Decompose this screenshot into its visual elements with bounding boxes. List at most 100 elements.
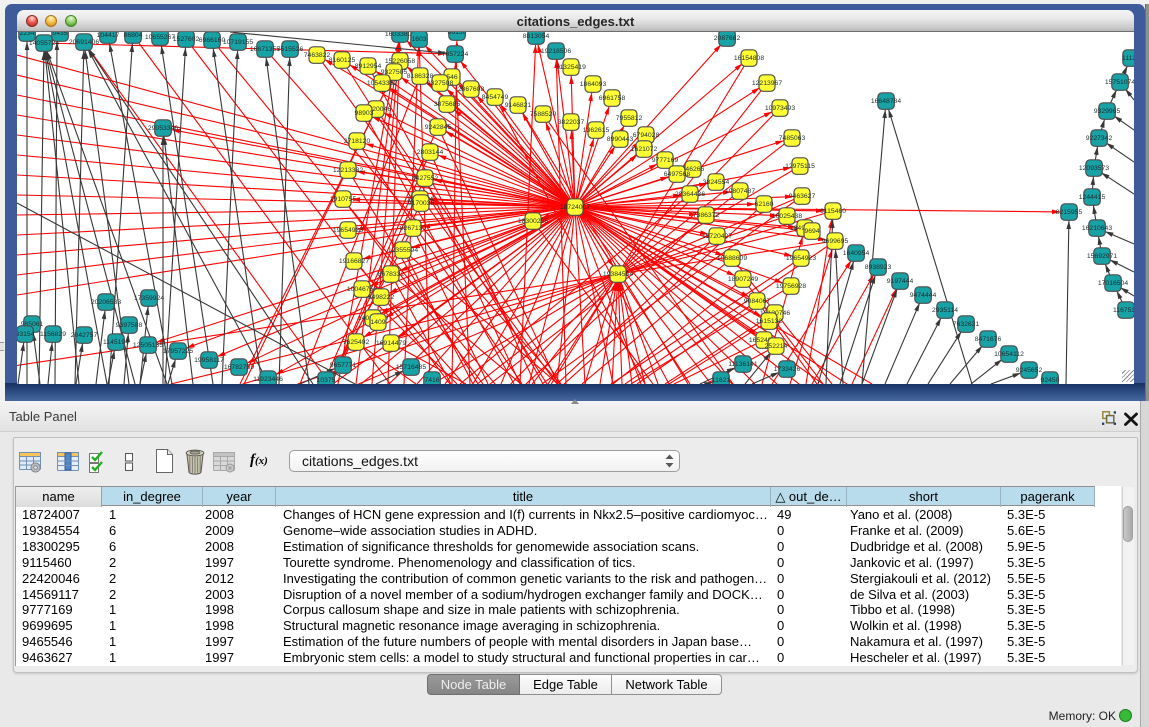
svg-text:9474444: 9474444 [910,292,937,299]
svg-text:12213967: 12213967 [752,80,782,87]
svg-text:11123: 11123 [1122,55,1134,62]
svg-text:12505135: 12505135 [133,342,163,349]
svg-text:8813054: 8813054 [523,33,550,40]
svg-text:11621: 11621 [712,377,731,384]
svg-text:62160: 62160 [755,201,774,208]
svg-text:9146821: 9146821 [505,102,532,109]
svg-text:10973493: 10973493 [765,105,795,112]
svg-text:1603: 1603 [411,36,426,43]
svg-text:7386372: 7386372 [693,212,720,219]
svg-text:16782759: 16782759 [224,364,254,371]
svg-text:98903: 98903 [355,110,374,117]
svg-text:9242845: 9242845 [425,124,452,131]
svg-text:7955812: 7955812 [616,115,643,122]
svg-text:7632621: 7632621 [953,321,980,328]
svg-text:9435: 9435 [52,32,67,37]
svg-text:1244415: 1244415 [1079,194,1106,201]
svg-text:2935114: 2935114 [932,307,958,314]
svg-text:9227342: 9227342 [1086,135,1113,142]
svg-text:15716485: 15716485 [396,364,426,371]
svg-text:29053346: 29053346 [148,125,178,132]
svg-text:7463822: 7463822 [304,52,331,59]
svg-text:9699695: 9699695 [822,238,849,245]
svg-text:8912954: 8912954 [355,63,382,70]
svg-text:17957225: 17957225 [163,348,193,355]
svg-text:8454749: 8454749 [482,94,509,101]
svg-text:18300295: 18300295 [518,218,548,225]
svg-text:19218506: 19218506 [541,48,571,55]
svg-text:6497568: 6497568 [664,171,691,178]
svg-text:8186328: 8186328 [407,73,434,80]
svg-text:8267130: 8267130 [400,225,427,232]
svg-text:252214: 252214 [765,343,788,350]
svg-text:9694: 9694 [804,228,819,235]
svg-text:12355594: 12355594 [388,247,418,254]
svg-text:19384554: 19384554 [603,271,633,278]
svg-text:16648784: 16648784 [871,98,901,105]
svg-text:1910755: 1910755 [330,196,357,203]
svg-text:11325419: 11325419 [556,64,586,71]
svg-text:3822037: 3822037 [558,119,585,126]
svg-text:8990443: 8990443 [607,136,634,143]
svg-text:9115460: 9115460 [820,208,846,215]
svg-text:20206533: 20206533 [91,299,121,306]
svg-text:1640954: 1640954 [843,250,870,257]
svg-text:93154: 93154 [17,331,35,338]
svg-text:1621072: 1621072 [631,146,658,153]
svg-text:6794028: 6794028 [633,132,660,139]
svg-text:8471676: 8471676 [975,336,1002,343]
svg-text:16914479: 16914479 [376,340,406,347]
svg-text:16210643: 16210643 [1082,225,1112,232]
svg-text:92450: 92450 [1041,377,1060,384]
svg-text:2042757: 2042757 [71,332,98,339]
svg-text:7485063: 7485063 [779,135,806,142]
svg-text:2087682: 2087682 [714,35,741,42]
svg-text:1156829: 1156829 [40,331,66,338]
svg-text:15751074: 15751074 [1105,79,1134,86]
svg-text:3875685: 3875685 [434,101,461,108]
svg-text:10688609: 10688609 [717,255,747,262]
svg-text:18907249: 18907249 [728,276,758,283]
svg-text:8678332: 8678332 [378,271,405,278]
svg-text:20691406: 20691406 [69,39,99,46]
svg-text:8160125: 8160125 [329,57,356,64]
svg-text:10025438: 10025438 [772,213,802,220]
svg-text:2367608: 2367608 [458,86,485,93]
svg-text:12975115: 12975115 [785,163,815,170]
svg-text:12093573: 12093573 [1079,165,1109,172]
svg-text:8215955: 8215955 [1056,209,1083,216]
svg-text:9170038: 9170038 [408,200,435,207]
svg-text:17359924: 17359924 [134,295,164,302]
svg-text:7625402: 7625402 [343,339,370,346]
svg-text:8498222: 8498222 [368,294,395,301]
svg-text:9197444: 9197444 [887,278,914,285]
svg-text:16671355: 16671355 [250,46,280,53]
svg-text:10655267: 10655267 [145,34,175,41]
svg-text:11923446: 11923446 [253,376,283,383]
svg-text:2718120: 2718120 [344,138,371,145]
svg-text:10719155: 10719155 [223,39,253,46]
svg-text:1527602: 1527602 [173,36,200,43]
svg-text:7857224: 7857224 [442,51,469,58]
svg-text:17016504: 17016504 [1098,280,1128,287]
svg-text:9777169: 9777169 [652,157,679,164]
svg-text:104417: 104417 [97,32,120,39]
svg-text:9329965: 9329965 [1094,108,1121,115]
svg-text:19958117: 19958117 [194,357,224,364]
svg-text:10654112: 10654112 [994,351,1024,358]
svg-text:6961758: 6961758 [599,95,626,102]
svg-text:1145194: 1145194 [103,339,129,346]
svg-text:9397588: 9397588 [116,322,143,329]
svg-text:11136141: 11136141 [728,361,757,368]
svg-text:2234: 2234 [19,32,34,37]
svg-text:1362615: 1362615 [583,127,610,134]
svg-text:7515526: 7515526 [277,46,304,53]
svg-text:19166827: 19166827 [339,258,369,265]
svg-text:18724007: 18724007 [560,204,590,211]
svg-text:7588520: 7588520 [530,111,557,118]
svg-text:12213382: 12213382 [333,167,363,174]
svg-text:2803144: 2803144 [417,149,444,156]
svg-text:19654923: 19654923 [333,227,363,234]
svg-text:86804: 86804 [124,32,143,39]
svg-text:15720407: 15720407 [702,233,732,240]
